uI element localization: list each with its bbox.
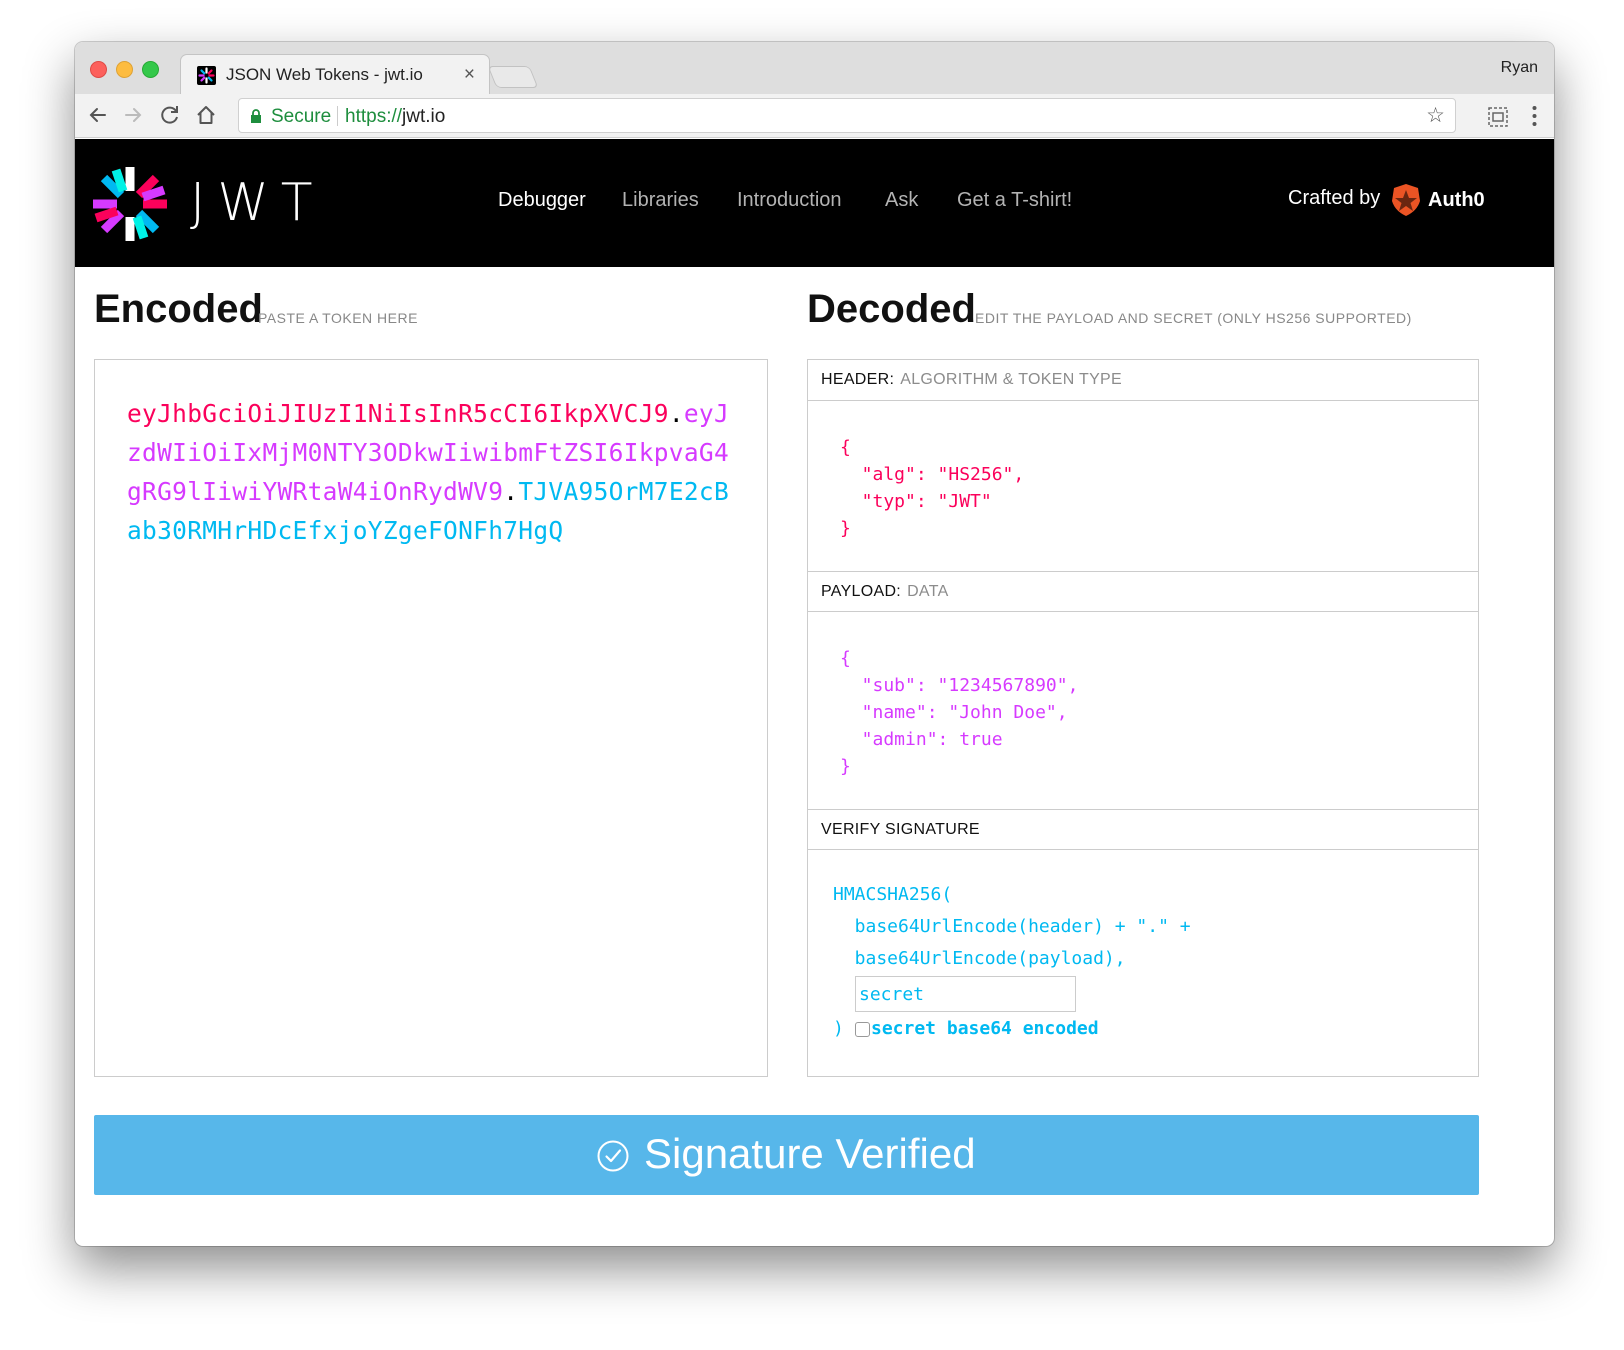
new-tab-button[interactable] — [487, 66, 539, 88]
nav-introduction[interactable]: Introduction — [737, 189, 842, 212]
close-window-button[interactable] — [90, 61, 107, 78]
base64-encoded-label[interactable]: secret base64 encoded — [871, 1015, 1099, 1042]
browser-tab[interactable]: JSON Web Tokens - jwt.io × — [180, 54, 490, 96]
verify-signature-code: HMACSHA256( base64UrlEncode(header) + ".… — [833, 884, 1191, 969]
nav-tshirt[interactable]: Get a T-shirt! — [957, 189, 1072, 212]
reload-icon[interactable] — [155, 100, 185, 130]
auth0-shield-icon[interactable] — [1391, 183, 1421, 217]
decoded-title: Decoded — [807, 287, 976, 331]
url-scheme: https:// — [345, 106, 403, 127]
tab-title: JSON Web Tokens - jwt.io — [226, 65, 423, 84]
browser-window: JSON Web Tokens - jwt.io × Ryan Secure h… — [75, 42, 1554, 1246]
secure-label: Secure — [271, 106, 332, 127]
auth0-brand[interactable]: Auth0 — [1428, 189, 1485, 212]
close-paren: ) — [833, 1018, 844, 1039]
minimize-window-button[interactable] — [116, 61, 133, 78]
site-header: JWT Debugger Libraries Introduction Ask … — [75, 139, 1554, 267]
browser-toolbar: Secure https://jwt.io ☆ — [75, 94, 1554, 138]
nav-libraries[interactable]: Libraries — [622, 189, 699, 212]
forward-icon[interactable] — [118, 100, 148, 130]
decoded-subtitle: EDIT THE PAYLOAD AND SECRET (ONLY HS256 … — [975, 310, 1412, 326]
check-circle-icon — [597, 1140, 629, 1172]
extension-icon[interactable] — [1487, 106, 1509, 128]
home-icon[interactable] — [191, 100, 221, 130]
jwt-logo-icon[interactable] — [91, 165, 169, 243]
encoded-token[interactable]: eyJhbGciOiJIUzI1NiIsInR5cCI6IkpXVCJ9.eyJ… — [127, 394, 739, 550]
payload-label: PAYLOAD: — [821, 583, 902, 600]
url-host: jwt.io — [402, 106, 446, 127]
omnibox-divider — [337, 106, 338, 126]
encoded-token-editor[interactable]: eyJhbGciOiJIUzI1NiIsInR5cCI6IkpXVCJ9.eyJ… — [94, 359, 768, 1077]
header-sublabel: ALGORITHM & TOKEN TYPE — [900, 371, 1122, 388]
payload-sublabel: DATA — [907, 583, 949, 600]
signature-verified-label: Signature Verified — [644, 1130, 976, 1177]
tab-close-icon[interactable]: × — [464, 64, 475, 86]
token-separator: . — [503, 477, 519, 506]
base64-encoded-checkbox[interactable] — [855, 1022, 870, 1037]
menu-icon[interactable] — [1532, 104, 1537, 128]
signature-verified-banner: Signature Verified — [94, 1115, 1479, 1195]
star-icon[interactable]: ☆ — [1426, 103, 1445, 128]
payload-section-title: PAYLOAD: DATA — [808, 571, 1478, 612]
token-separator: . — [668, 399, 684, 428]
encoded-title: Encoded — [94, 287, 263, 331]
verify-section-title: VERIFY SIGNATURE — [808, 809, 1478, 850]
url-text: https://jwt.io — [345, 106, 445, 128]
decoded-panel: HEADER: ALGORITHM & TOKEN TYPE { "alg": "… — [807, 359, 1479, 1077]
header-section-title: HEADER: ALGORITHM & TOKEN TYPE — [808, 360, 1478, 401]
jwt-wordmark[interactable]: JWT — [190, 173, 325, 233]
tab-bar: JSON Web Tokens - jwt.io × Ryan — [75, 42, 1554, 96]
payload-json-editor[interactable]: { "sub": "1234567890", "name": "John Doe… — [840, 645, 1078, 780]
verify-label: VERIFY SIGNATURE — [821, 821, 980, 838]
lock-icon — [251, 109, 261, 123]
address-bar[interactable]: Secure https://jwt.io ☆ — [238, 98, 1456, 133]
profile-name[interactable]: Ryan — [1501, 59, 1538, 77]
token-header-part: eyJhbGciOiJIUzI1NiIsInR5cCI6IkpXVCJ9 — [127, 399, 669, 428]
crafted-by-label: Crafted by — [1288, 187, 1381, 209]
header-label: HEADER: — [821, 371, 895, 388]
nav-debugger[interactable]: Debugger — [498, 189, 586, 212]
nav-ask[interactable]: Ask — [885, 189, 918, 212]
header-json-editor[interactable]: { "alg": "HS256", "typ": "JWT" } — [840, 434, 1024, 542]
encoded-subtitle: PASTE A TOKEN HERE — [258, 310, 418, 326]
maximize-window-button[interactable] — [142, 61, 159, 78]
secret-input[interactable] — [855, 976, 1076, 1012]
jwt-favicon-icon — [197, 66, 216, 85]
back-icon[interactable] — [83, 100, 113, 130]
